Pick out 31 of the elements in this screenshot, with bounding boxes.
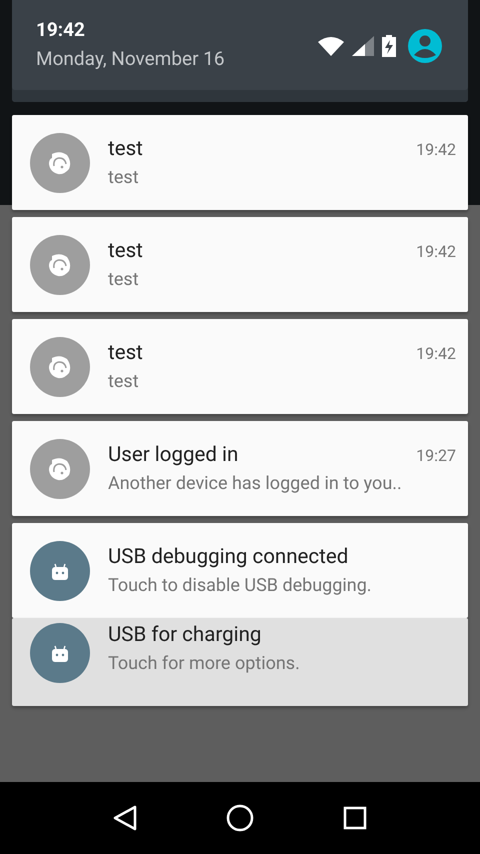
signal-icon (352, 36, 374, 56)
notification-title: test (108, 137, 143, 161)
notification-card[interactable]: test 19:42 test (12, 115, 468, 210)
notification-card[interactable]: test 19:42 test (12, 217, 468, 312)
notification-title: User logged in (108, 443, 238, 467)
notification-time: 19:42 (416, 242, 456, 261)
wifi-icon (318, 36, 344, 56)
notification-title: test (108, 239, 143, 263)
battery-charging-icon (382, 35, 396, 57)
notification-card[interactable]: User logged in 19:27 Another device has logged in to you.. (12, 421, 468, 516)
recents-icon[interactable] (343, 806, 368, 830)
notification-text: Another device has logged in to you.. (108, 473, 403, 494)
date-label: Monday, November 16 (36, 47, 225, 70)
notification-text: test (108, 269, 140, 290)
back-icon[interactable] (112, 805, 137, 831)
notification-text: test (108, 371, 140, 392)
notification-card[interactable]: USB for charging Touch for more options. (12, 618, 468, 706)
notification-time: 19:42 (416, 140, 456, 159)
notification-text: Touch for more options. (108, 653, 301, 674)
user-avatar-icon[interactable] (408, 29, 442, 63)
notification-title: USB debugging connected (108, 545, 348, 569)
clock-time: 19:42 (36, 18, 86, 41)
notification-time: 19:27 (416, 446, 456, 465)
notification-time: 19:42 (416, 344, 456, 363)
notification-text: test (108, 167, 140, 188)
notification-card[interactable]: test 19:42 test (12, 319, 468, 414)
notification-text: Touch to disable USB debugging. (108, 575, 373, 596)
notification-title: test (108, 341, 143, 365)
notification-card[interactable]: USB debugging connected Touch to disable USB debugging. (12, 523, 468, 618)
notification-title: USB for charging (108, 623, 262, 647)
home-icon[interactable] (226, 804, 254, 832)
